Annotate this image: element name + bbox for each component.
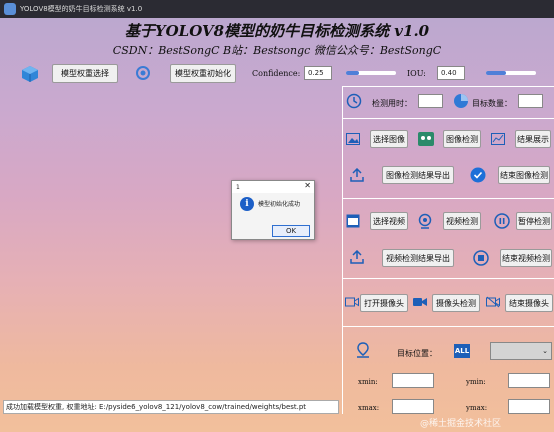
time-field xyxy=(418,94,443,108)
ymax-field xyxy=(508,399,550,414)
app-icon xyxy=(4,3,16,15)
camera-detect-button[interactable]: 摄像头检测 xyxy=(432,294,480,312)
camera-off-icon xyxy=(486,296,500,308)
stop-icon xyxy=(473,250,489,266)
iou-label: IOU: xyxy=(407,69,426,78)
close-camera-button[interactable]: 结束摄像头 xyxy=(505,294,553,312)
xmax-label: xmax: xyxy=(358,404,380,412)
time-label: 检测用时： xyxy=(372,99,412,108)
video-camera-icon xyxy=(413,296,427,308)
show-result-button[interactable]: 结果展示 xyxy=(515,130,551,148)
dialog-titlebar: 1 ✕ xyxy=(232,181,314,193)
stop-video-button[interactable]: 结束视频检测 xyxy=(500,249,552,267)
ymin-field xyxy=(508,373,550,388)
divider xyxy=(342,86,554,87)
page-subtitle: CSDN：BestSongC B站：Bestsongc 微信公众号：BestSo… xyxy=(112,44,442,57)
window-titlebar: YOLOV8模型的奶牛目标检测系统 v1.0 xyxy=(0,0,554,18)
divider xyxy=(342,278,554,279)
confidence-slider[interactable] xyxy=(346,71,396,75)
export-image-button[interactable]: 图像检测结果导出 xyxy=(382,166,454,184)
confidence-input[interactable]: 0.25 xyxy=(304,66,332,80)
init-weights-button[interactable]: 模型权重初始化 xyxy=(170,64,236,83)
upload-icon xyxy=(350,250,364,264)
open-camera-button[interactable]: 打开摄像头 xyxy=(360,294,408,312)
clock-icon xyxy=(346,93,362,109)
select-video-button[interactable]: 选择视频 xyxy=(370,212,408,230)
image-detect-icon xyxy=(418,132,434,146)
ymin-label: ymin: xyxy=(466,378,486,386)
pause-detect-button[interactable]: 暂停检测 xyxy=(516,212,552,230)
count-label: 目标数量： xyxy=(472,99,512,108)
video-file-icon xyxy=(346,214,360,228)
divider xyxy=(342,118,554,119)
iou-input[interactable]: 0.40 xyxy=(437,66,465,80)
select-weights-button[interactable]: 模型权重选择 xyxy=(52,64,118,83)
xmin-label: xmin: xyxy=(358,378,378,386)
select-image-button[interactable]: 选择图像 xyxy=(370,130,408,148)
divider xyxy=(342,198,554,199)
stop-image-button[interactable]: 结束图像检测 xyxy=(498,166,550,184)
window-title: YOLOV8模型的奶牛目标检测系统 v1.0 xyxy=(20,5,143,13)
target-select-dropdown[interactable]: ⌄ xyxy=(490,342,552,360)
ymax-label: ymax: xyxy=(466,404,488,412)
page-title: 基于YOLOV8模型的奶牛目标检测系统 v1.0 xyxy=(124,22,430,40)
gear-icon xyxy=(134,64,152,82)
dialog-title: 1 xyxy=(236,183,240,191)
location-pin-icon xyxy=(356,342,370,358)
pause-icon xyxy=(494,213,510,229)
camera-outline-icon xyxy=(345,296,359,308)
count-field xyxy=(518,94,543,108)
info-icon: i xyxy=(240,197,254,211)
message-dialog: 1 ✕ i 模型初始化成功 OK xyxy=(231,180,315,240)
image-detect-button[interactable]: 图像检测 xyxy=(443,130,481,148)
iou-slider[interactable] xyxy=(486,71,536,75)
watermark: @稀土掘金技术社区 xyxy=(420,419,502,429)
xmin-field xyxy=(392,373,434,388)
line-chart-icon xyxy=(491,133,505,145)
confidence-slider-fill xyxy=(346,71,359,75)
video-detect-button[interactable]: 视频检测 xyxy=(443,212,481,230)
iou-slider-fill xyxy=(486,71,506,75)
status-bar: 成功加载模型权重, 权重地址: E:/pyside6_yolov8_121/yo… xyxy=(3,400,339,414)
image-icon xyxy=(346,133,360,145)
check-circle-icon xyxy=(470,167,486,183)
export-video-button[interactable]: 视频检测结果导出 xyxy=(382,249,454,267)
cube-icon xyxy=(20,64,40,84)
pie-chart-icon xyxy=(453,93,469,109)
upload-icon xyxy=(350,168,364,182)
dialog-message: 模型初始化成功 xyxy=(258,201,301,208)
xmax-field xyxy=(392,399,434,414)
chevron-down-icon: ⌄ xyxy=(542,347,548,355)
all-targets-icon: ALL xyxy=(454,344,470,358)
close-icon[interactable]: ✕ xyxy=(304,181,311,190)
ok-button[interactable]: OK xyxy=(272,225,310,237)
divider xyxy=(342,326,554,327)
target-position-label: 目标位置： xyxy=(397,349,437,358)
webcam-icon xyxy=(417,213,433,229)
confidence-label: Confidence: xyxy=(252,69,301,78)
